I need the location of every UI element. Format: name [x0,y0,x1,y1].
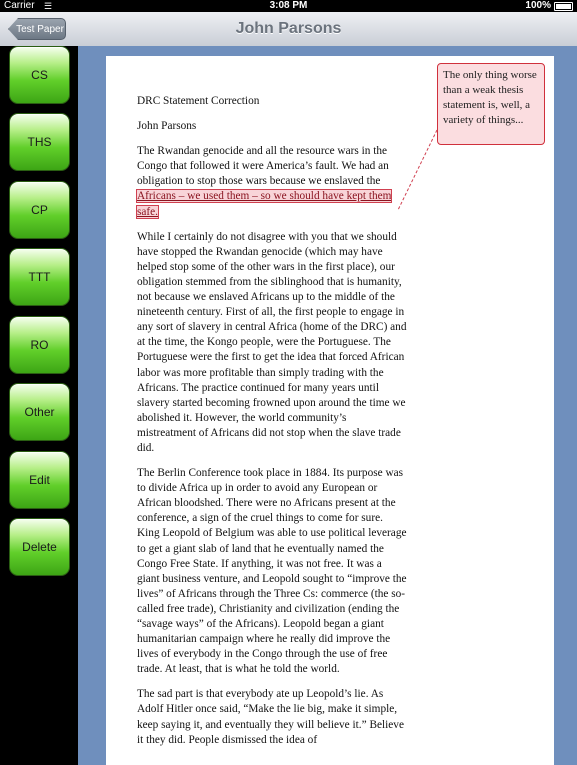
ttt-button[interactable]: TTT [9,248,70,306]
delete-button[interactable]: Delete [9,518,70,576]
clock: 3:08 PM [269,0,308,11]
document-body: DRC Statement Correction John Parsons Th… [135,94,407,758]
paragraph-2: While I certainly do not disagree with y… [137,230,407,454]
document-author: John Parsons [137,120,197,133]
ro-button[interactable]: RO [9,316,70,374]
paragraph-4: The sad part is that everybody ate up Le… [137,688,404,746]
paragraph-3: The Berlin Conference took place in 1884… [137,467,407,676]
paragraph-1: The Rwandan genocide and all the resourc… [135,144,407,219]
other-button[interactable]: Other [9,383,70,441]
edit-button[interactable]: Edit [9,451,70,509]
cs-button[interactable]: CS [9,46,70,104]
back-button[interactable]: Test Paper [8,18,66,40]
ths-button[interactable]: THS [9,113,70,171]
battery-percent: 100% [525,0,551,11]
paragraph-1-text: The Rwandan genocide and all the resourc… [137,145,389,188]
highlighted-passage[interactable]: Africans – we used them – so we should h… [135,189,393,219]
document-title: DRC Statement Correction [137,95,260,107]
cp-button[interactable]: CP [9,181,70,239]
comment-margin [436,56,554,765]
navigation-bar: John Parsons Test Paper [0,12,577,47]
battery-icon [554,2,573,11]
page-title: John Parsons [235,20,342,37]
comment-note[interactable]: The only thing worse than a weak thesis … [437,63,545,145]
status-bar: Carrier ☰ 3:08 PM 100% [0,0,577,12]
annotation-toolbar: CS THS CP TTT RO Other Edit Delete [0,46,78,765]
